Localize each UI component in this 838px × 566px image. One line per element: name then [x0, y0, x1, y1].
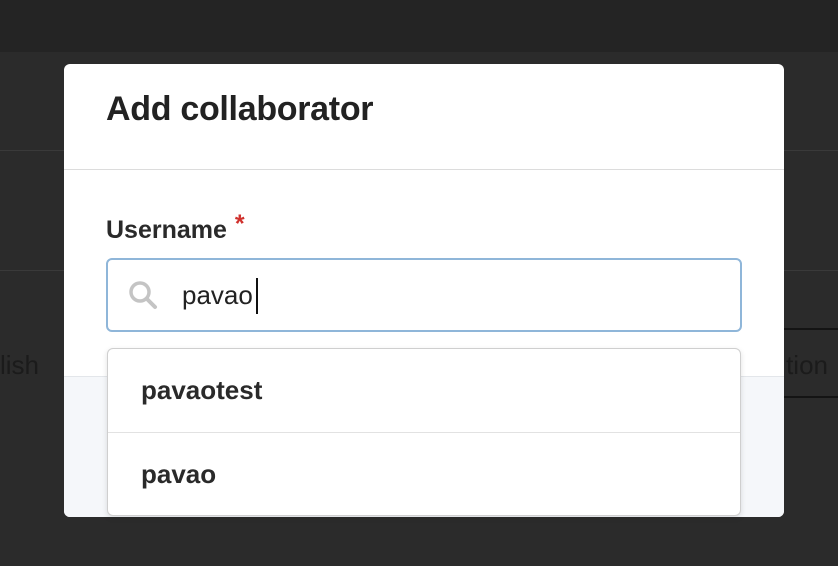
- suggestion-item[interactable]: pavao: [108, 432, 740, 515]
- username-suggestions-dropdown: pavaotest pavao: [107, 348, 741, 516]
- username-input[interactable]: [182, 272, 722, 318]
- background-right-text: tion: [786, 350, 828, 380]
- username-input-wrapper[interactable]: [106, 258, 742, 332]
- search-icon: [129, 281, 157, 309]
- username-label: Username *: [106, 210, 245, 245]
- background-header: [0, 0, 838, 52]
- modal-header: Add collaborator: [64, 64, 784, 170]
- modal-body: Username *: [64, 170, 784, 376]
- background-left-text: lish: [0, 350, 40, 380]
- suggestion-item[interactable]: pavaotest: [108, 349, 740, 432]
- modal-title: Add collaborator: [106, 90, 374, 128]
- username-label-text: Username: [106, 216, 227, 244]
- text-caret: [256, 278, 258, 314]
- required-mark: *: [234, 210, 245, 238]
